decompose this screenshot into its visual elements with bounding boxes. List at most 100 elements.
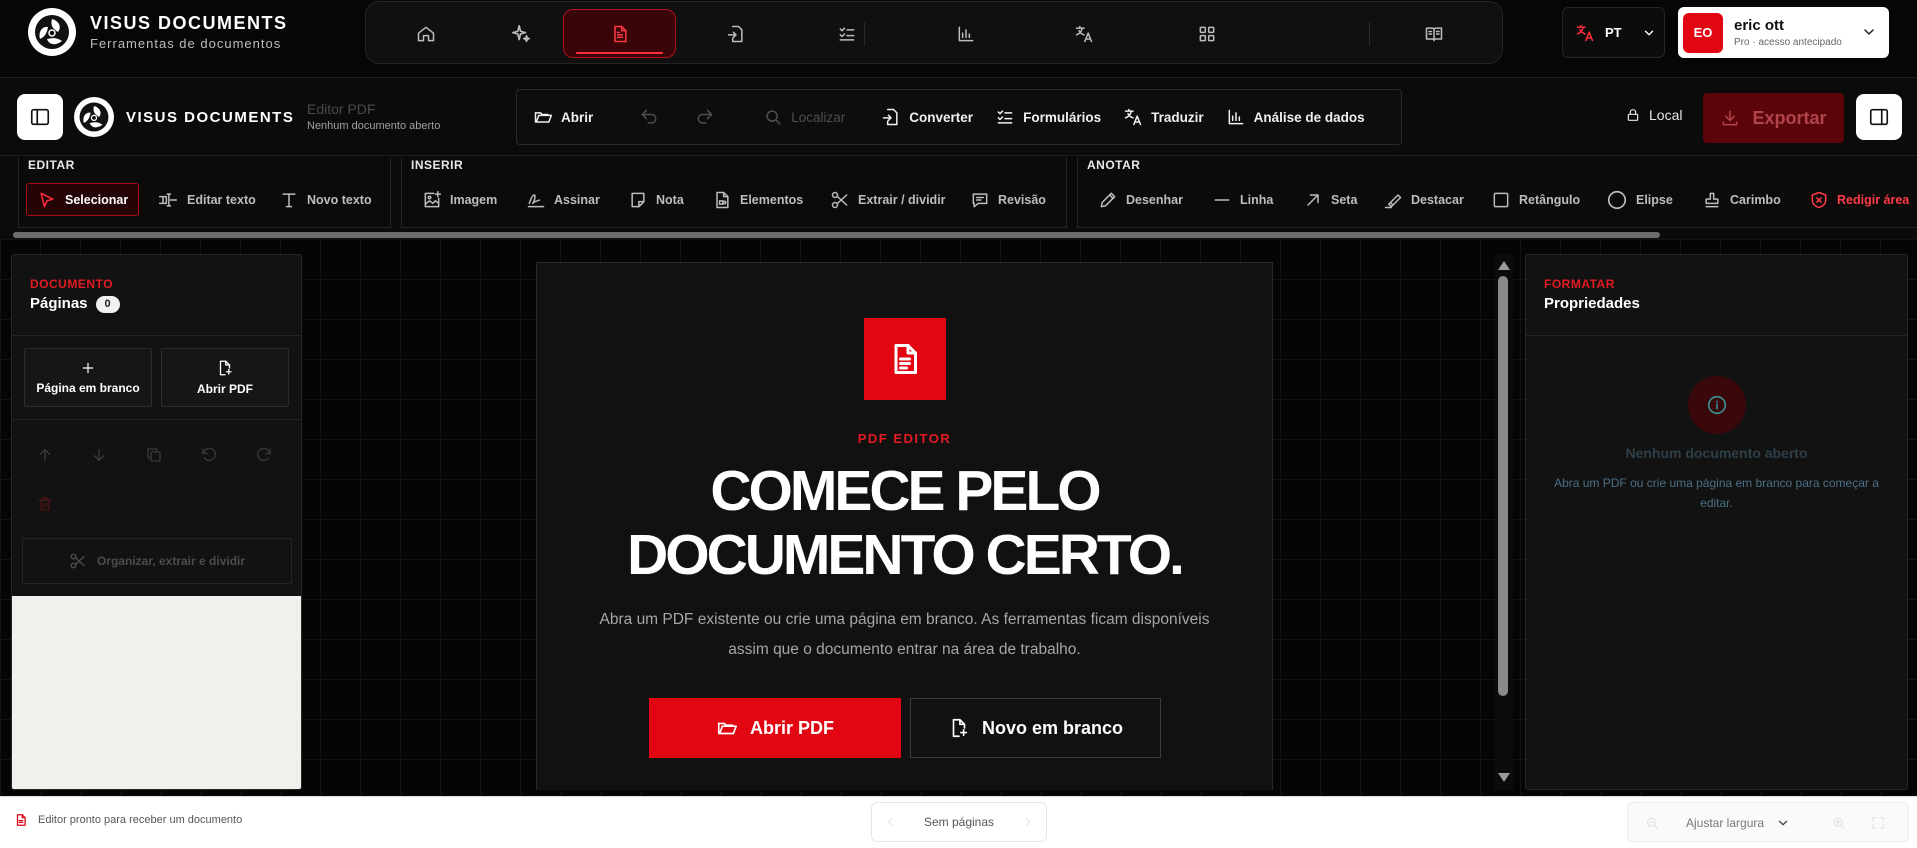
editor-brand: VISUS DOCUMENTS [74, 97, 294, 137]
sparkle-icon [511, 24, 531, 42]
app-brand[interactable]: VISUS DOCUMENTS Ferramentas de documento… [28, 8, 288, 56]
tool-stamp[interactable]: Carimbo [1702, 183, 1781, 216]
nav-ai[interactable] [466, 9, 576, 58]
blank-page-button[interactable]: Página em branco [24, 348, 152, 407]
move-down-icon[interactable] [90, 446, 108, 464]
lock-icon [1627, 109, 1639, 121]
image-plus-icon [424, 190, 442, 207]
tool-elements[interactable]: Elementos [712, 183, 803, 216]
export-label: Exportar [1752, 107, 1827, 128]
tool-note[interactable]: Nota [628, 183, 684, 216]
tool-edit-text[interactable]: Editar texto [157, 183, 256, 216]
scroll-down-icon[interactable] [1498, 773, 1510, 782]
open-pdf-button[interactable]: Abrir PDF [649, 698, 901, 758]
checklist-icon [839, 26, 855, 41]
top-navigation: VISUS DOCUMENTS Ferramentas de documento… [0, 0, 1917, 78]
redo-button[interactable] [695, 90, 715, 144]
tool-image[interactable]: Imagem [422, 183, 497, 216]
logo-icon [28, 8, 76, 56]
document-status: Nenhum documento aberto [307, 120, 441, 132]
undo-button[interactable] [639, 90, 659, 144]
trash-icon[interactable] [36, 495, 54, 513]
tool-sign[interactable]: Assinar [526, 183, 600, 216]
storage-location[interactable]: Local [1625, 107, 1682, 123]
tool-new-text-label: Novo texto [307, 192, 372, 207]
export-button[interactable]: Exportar [1703, 93, 1844, 143]
toggle-right-panel-button[interactable] [1856, 94, 1902, 140]
open-pdf-side-button[interactable]: Abrir PDF [161, 348, 289, 407]
pages-panel-title: Páginas 0 [30, 295, 120, 313]
comment-icon [972, 192, 988, 207]
workspace-vertical-scrollbar[interactable] [1494, 254, 1513, 790]
file-plus-icon [219, 360, 232, 376]
divider [12, 335, 301, 336]
find-button[interactable]: Localizar [763, 90, 845, 144]
nav-apps[interactable] [1152, 9, 1262, 58]
tool-rectangle[interactable]: Retângulo [1491, 183, 1580, 216]
open-button[interactable]: Abrir [533, 90, 593, 144]
fit-page-icon[interactable] [1870, 815, 1886, 831]
tool-extract-label: Extrair / dividir [858, 192, 946, 207]
data-analysis-button[interactable]: Análise de dados [1226, 90, 1365, 144]
nav-translate[interactable] [1029, 9, 1139, 58]
tool-select[interactable]: Selecionar [26, 183, 140, 216]
status-bar: Editor pronto para receber um documento … [0, 796, 1917, 848]
organize-button[interactable]: Organizar, extrair e dividir [22, 538, 292, 584]
toggle-left-panel-button[interactable] [17, 94, 63, 140]
duplicate-icon[interactable] [145, 446, 163, 464]
tool-new-text[interactable]: Novo texto [279, 183, 372, 216]
scrollbar-thumb[interactable] [13, 232, 1660, 238]
nav-docs[interactable] [1379, 9, 1489, 58]
divider [12, 419, 301, 420]
search-icon [766, 110, 781, 125]
rotate-left-icon[interactable] [200, 446, 218, 464]
chevron-down-icon [1864, 29, 1874, 35]
tool-line-label: Linha [1240, 192, 1274, 207]
new-blank-button[interactable]: Novo em branco [910, 698, 1161, 758]
translate-label: Traduzir [1151, 109, 1204, 125]
user-menu[interactable]: EO eric ott Pro · acesso antecipado [1678, 7, 1889, 58]
folder-open-icon [534, 112, 553, 123]
zoom-select[interactable]: Ajustar largura [1678, 809, 1798, 837]
tool-arrow[interactable]: Seta [1303, 183, 1357, 216]
nav-convert[interactable] [681, 9, 791, 58]
welcome-card: PDF EDITOR COMECE PELO DOCUMENTO CERTO. … [536, 262, 1273, 790]
chevron-right-icon[interactable] [1022, 816, 1034, 828]
empty-state-text: Abra um PDF ou crie uma página em branco… [1554, 476, 1879, 510]
nav-home[interactable] [371, 9, 481, 58]
forms-button[interactable]: Formulários [995, 90, 1101, 144]
translate-button[interactable]: Traduzir [1123, 90, 1204, 144]
tool-highlight[interactable]: Destacar [1383, 183, 1464, 216]
tool-ribbon: EDITAR Selecionar Editar texto Novo text… [0, 157, 1917, 231]
tool-redact-label: Redigir área [1837, 192, 1910, 207]
scrollbar-thumb[interactable] [1498, 276, 1508, 696]
tool-edit-text-label: Editar texto [187, 192, 256, 207]
zoom-out-icon[interactable] [1644, 815, 1660, 831]
language-selector[interactable]: PT [1562, 7, 1665, 58]
scroll-up-icon[interactable] [1498, 261, 1510, 270]
tool-select-label: Selecionar [65, 192, 129, 207]
tool-line[interactable]: Linha [1212, 183, 1273, 216]
tool-extract[interactable]: Extrair / dividir [830, 183, 946, 216]
zoom-in-icon[interactable] [1831, 815, 1847, 831]
group-insert-title: INSERIR [411, 158, 464, 172]
tool-draw[interactable]: Desenhar [1098, 183, 1183, 216]
module-switcher [365, 1, 1503, 64]
rotate-right-icon[interactable] [255, 446, 273, 464]
document-info: Editor PDF Nenhum documento aberto [307, 101, 440, 132]
ribbon-horizontal-scrollbar[interactable] [0, 231, 1917, 239]
find-label: Localizar [791, 109, 846, 125]
tool-review[interactable]: Revisão [970, 183, 1046, 216]
convert-button[interactable]: Converter [881, 90, 973, 144]
nav-analysis[interactable] [911, 9, 1021, 58]
tool-ellipse[interactable]: Elipse [1606, 183, 1673, 216]
tool-redact[interactable]: Redigir área [1809, 183, 1909, 216]
page-thumbnails-area [12, 596, 301, 789]
nav-pdf-editor[interactable] [563, 9, 676, 58]
checklist-icon [997, 110, 1013, 124]
move-up-icon[interactable] [36, 446, 54, 464]
chevron-left-icon[interactable] [884, 816, 896, 828]
nav-forms[interactable] [792, 9, 902, 58]
sidebar-right-icon [1869, 108, 1889, 126]
headline-line-2: DOCUMENTO CERTO. [627, 523, 1185, 587]
